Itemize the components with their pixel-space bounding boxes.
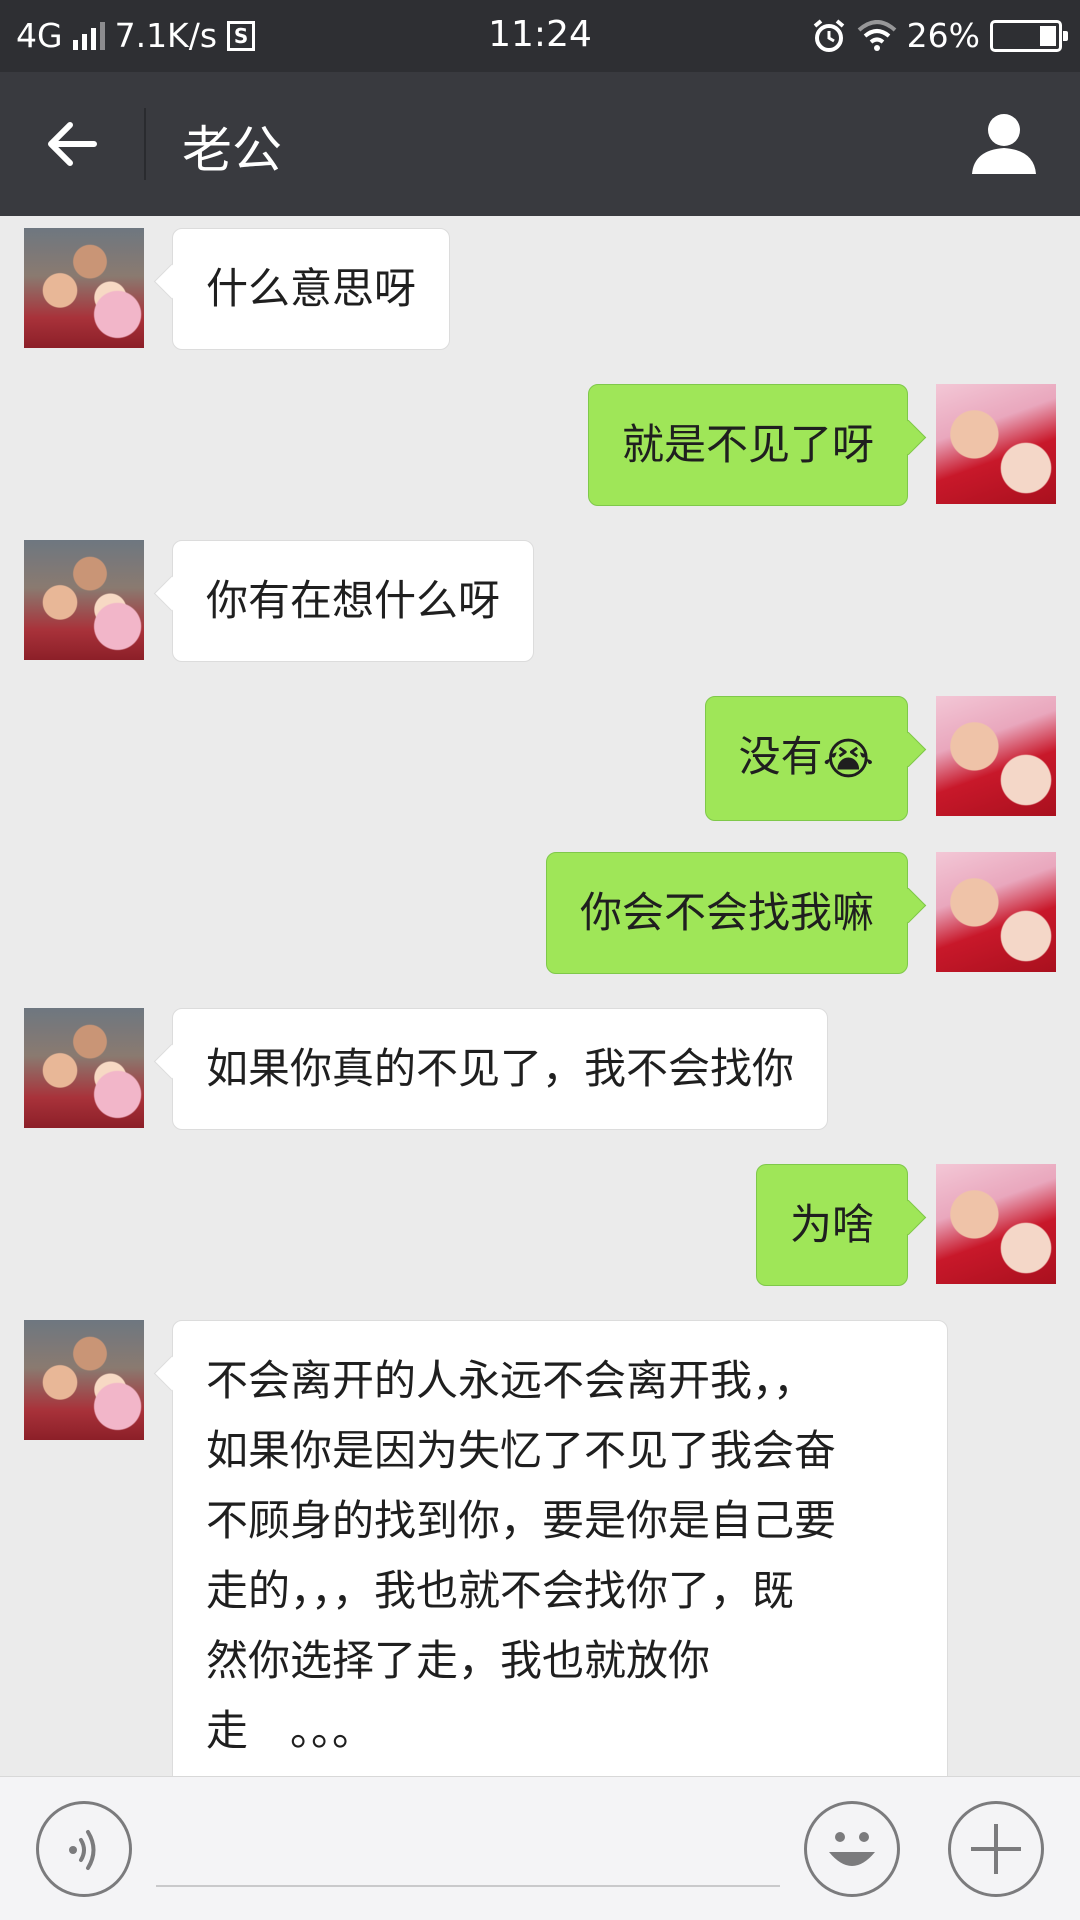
avatar[interactable] bbox=[24, 228, 144, 348]
emoji-button[interactable] bbox=[804, 1801, 900, 1897]
status-bar: 4G 7.1K/s S 11:24 26% bbox=[0, 0, 1080, 72]
avatar[interactable] bbox=[936, 696, 1056, 816]
message-bubble[interactable]: 就是不见了呀 bbox=[587, 384, 908, 506]
message-line: 然你选择了走，我也就放你 bbox=[206, 1636, 711, 1685]
wifi-icon bbox=[857, 19, 896, 51]
message-input[interactable] bbox=[156, 1817, 780, 1887]
message-bubble[interactable]: 为啥 bbox=[755, 1164, 908, 1286]
chat-header: 老公 bbox=[0, 72, 1080, 216]
message-line: 走 。。。 bbox=[206, 1706, 375, 1755]
battery-percent: 26% bbox=[906, 16, 980, 55]
battery-fill bbox=[1040, 25, 1056, 46]
status-right: 26% bbox=[811, 16, 1068, 55]
message-line: 不会离开的人永远不会离开我，， bbox=[206, 1356, 816, 1405]
message-line: 不顾身的找到你，要是你是自己要 bbox=[206, 1496, 837, 1545]
message-bubble[interactable]: 什么意思呀 bbox=[172, 228, 451, 350]
back-button[interactable] bbox=[0, 72, 140, 216]
more-button[interactable] bbox=[948, 1801, 1044, 1897]
plus-icon bbox=[971, 1824, 1021, 1874]
message-text: 没有 bbox=[738, 732, 823, 781]
message-bubble[interactable]: 你有在想什么呀 bbox=[172, 540, 535, 662]
person-icon bbox=[972, 114, 1036, 174]
message-bubble[interactable]: 没有😭 bbox=[704, 696, 908, 821]
avatar[interactable] bbox=[24, 1008, 144, 1128]
avatar[interactable] bbox=[936, 852, 1056, 972]
arrow-left-icon bbox=[48, 122, 97, 166]
message-list[interactable]: 什么意思呀 就是不见了呀 你有在想什么呀 没有😭 你会不会找我嘛 如果你真的不见… bbox=[0, 216, 1080, 1776]
header-divider bbox=[144, 108, 146, 180]
avatar[interactable] bbox=[24, 1320, 144, 1440]
message-line: 走的，，，我也就不会找你了，既 bbox=[206, 1566, 795, 1615]
avatar[interactable] bbox=[24, 540, 144, 660]
alarm-icon bbox=[813, 18, 844, 52]
voice-button[interactable] bbox=[36, 1801, 132, 1897]
avatar[interactable] bbox=[936, 1164, 1056, 1284]
chat-title: 老公 bbox=[182, 121, 282, 179]
battery-icon bbox=[990, 19, 1068, 52]
message-line: 如果你是因为失忆了不见了我会奋 bbox=[206, 1426, 837, 1475]
message-bubble[interactable]: 如果你真的不见了，我不会找你 bbox=[172, 1008, 829, 1130]
crying-face-icon: 😭 bbox=[822, 733, 874, 785]
voice-icon bbox=[69, 1830, 96, 1870]
message-bubble[interactable]: 你会不会找我嘛 bbox=[545, 852, 908, 974]
input-bar bbox=[0, 1776, 1080, 1920]
message-bubble[interactable]: 不会离开的人永远不会离开我，， 如果你是因为失忆了不见了我会奋 不顾身的找到你，… bbox=[172, 1320, 948, 1776]
smiley-icon bbox=[829, 1832, 875, 1866]
avatar[interactable] bbox=[936, 384, 1056, 504]
chat-info-button[interactable] bbox=[968, 108, 1040, 180]
